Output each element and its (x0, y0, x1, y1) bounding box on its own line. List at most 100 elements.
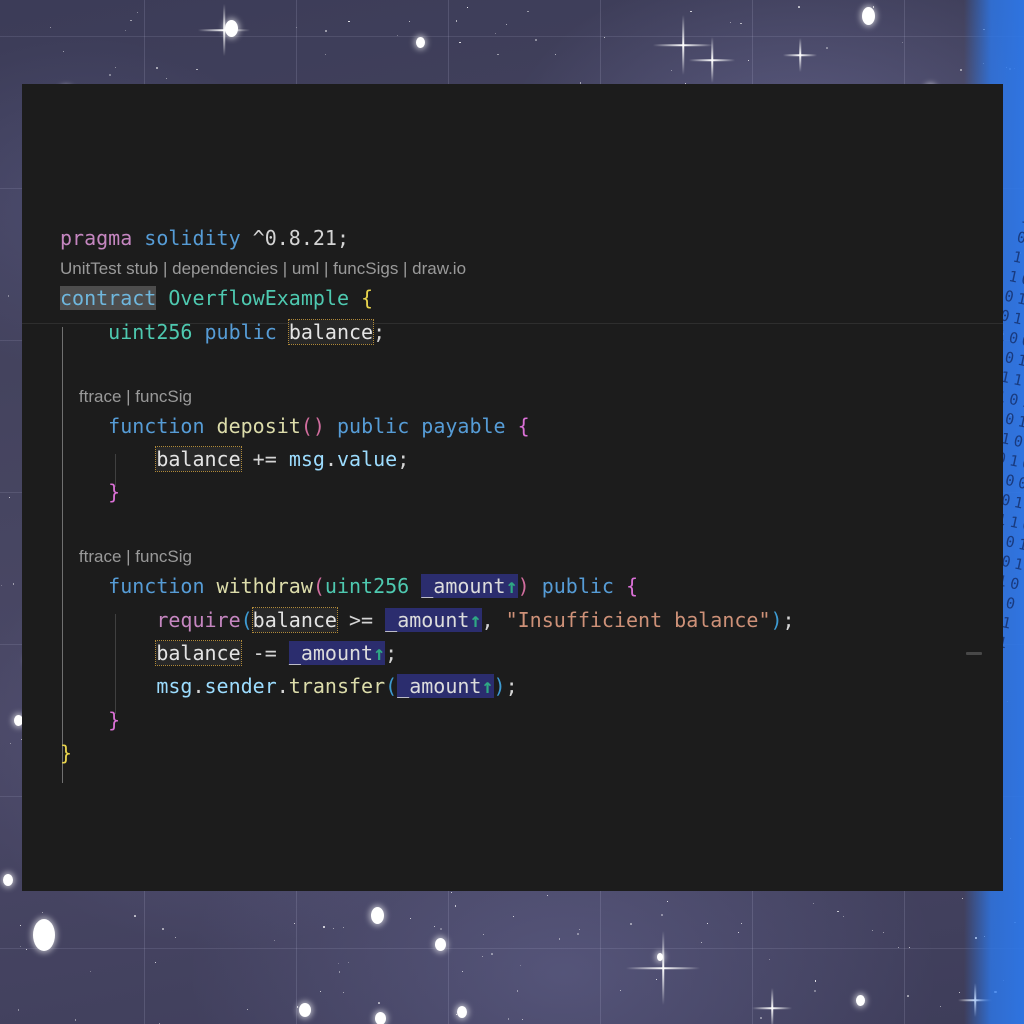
token-withdraw-param-name[interactable]: _amount (421, 574, 506, 599)
token-space-4 (349, 286, 361, 310)
token-space-18 (373, 608, 385, 632)
token-transfer-member-transfer[interactable]: transfer (289, 674, 385, 698)
star (156, 66, 159, 69)
star (62, 51, 64, 53)
token-deposit-target[interactable]: balance (155, 445, 242, 472)
star (155, 961, 157, 963)
star (769, 958, 771, 960)
token-space-7 (205, 414, 217, 438)
code-line-pragma[interactable]: pragma solidity ^0.8.21; (22, 222, 1003, 255)
token-subtract-right[interactable]: _amount (288, 640, 374, 665)
star (940, 1005, 942, 1007)
token-withdraw-name[interactable]: withdraw (217, 574, 313, 598)
code-line-deposit-close[interactable]: } (22, 476, 1003, 509)
codelens-deposit-text[interactable]: ftrace | funcSig (79, 387, 192, 406)
token-transfer-arrow-icon[interactable]: ↑ (481, 674, 494, 699)
token-require-left[interactable]: balance (251, 606, 338, 633)
star (108, 73, 111, 76)
token-indent-5 (60, 480, 108, 504)
code-line-withdraw-subtract[interactable]: balance -= _amount↑; (22, 637, 1003, 670)
token-deposit-mutability: payable (421, 413, 506, 438)
token-require-right[interactable]: _amount (385, 607, 470, 632)
token-contract-keyword[interactable]: contract (60, 286, 157, 311)
code-line-withdraw-require[interactable]: require(balance >= _amount↑, "Insufficie… (22, 604, 1003, 637)
token-indent-3 (60, 414, 108, 438)
star (137, 11, 138, 13)
code-editor-window[interactable]: pragma solidity ^0.8.21; UnitTest stub |… (22, 84, 1003, 891)
star (909, 947, 911, 949)
star (619, 990, 621, 991)
token-state-var-visibility: public (204, 319, 277, 344)
star (814, 980, 817, 983)
code-line-contract-declaration[interactable]: contract OverflowExample { (22, 282, 1003, 315)
token-space-20 (241, 641, 253, 665)
code-line-withdraw-close[interactable]: } (22, 704, 1003, 737)
token-space-19 (494, 608, 506, 632)
token-withdraw-function-keyword: function (108, 574, 205, 599)
star (9, 496, 10, 498)
star (378, 1001, 380, 1004)
code-line-state-variable[interactable]: uint256 public balance; (22, 316, 1003, 349)
token-space-11 (241, 447, 253, 471)
star (41, 912, 43, 913)
code-line-deposit-body[interactable]: balance += msg.value; (22, 443, 1003, 476)
token-withdraw-open-brace: { (626, 574, 639, 599)
token-require-comma: , (481, 607, 494, 632)
star (196, 68, 198, 70)
code-line-withdraw-signature[interactable]: function withdraw(uint256 _amount↑) publ… (22, 570, 1003, 603)
codelens-withdraw-text[interactable]: ftrace | funcSig (79, 547, 192, 566)
star (526, 10, 529, 13)
token-deposit-function-keyword: function (108, 413, 205, 438)
star (296, 1006, 299, 1008)
star (455, 20, 458, 22)
codelens-contract-text[interactable]: UnitTest stub | dependencies | uml | fun… (60, 259, 466, 278)
star (333, 928, 335, 930)
codelens-contract[interactable]: UnitTest stub | dependencies | uml | fun… (22, 255, 1003, 282)
code-line-withdraw-transfer[interactable]: msg.sender.transfer(_amount↑); (22, 670, 1003, 703)
star (410, 917, 412, 919)
star (740, 923, 742, 924)
bright-star (33, 919, 55, 951)
star (338, 971, 341, 973)
token-require-rparen: ) (770, 607, 783, 632)
code-line-deposit-signature[interactable]: function deposit() public payable { (22, 410, 1003, 443)
token-indent-2 (60, 387, 79, 406)
token-subtract-target[interactable]: balance (155, 639, 242, 666)
star (325, 54, 327, 55)
token-indent-10 (60, 674, 156, 698)
star (12, 583, 15, 586)
token-require-arrow-icon[interactable]: ↑ (469, 607, 482, 632)
token-transfer-lparen: ( (385, 674, 398, 699)
star (162, 928, 164, 930)
token-deposit-visibility: public (336, 413, 410, 438)
star (347, 961, 350, 964)
codelens-deposit[interactable]: ftrace | funcSig (22, 383, 1003, 410)
star (408, 20, 410, 23)
code-line-contract-close[interactable]: } (22, 737, 1003, 770)
token-transfer-arg[interactable]: _amount (397, 674, 482, 699)
star (737, 931, 740, 934)
token-require-message[interactable]: "Insufficient balance" (506, 608, 771, 632)
code-editor-viewport[interactable]: pragma solidity ^0.8.21; UnitTest stub |… (22, 84, 1003, 891)
token-deposit-close-brace: } (108, 480, 121, 505)
star (814, 989, 817, 992)
token-space-3 (156, 286, 168, 310)
star (130, 19, 132, 22)
token-withdraw-param-arrow-icon[interactable]: ↑ (505, 574, 518, 599)
token-contract-name[interactable]: OverflowExample (168, 286, 349, 310)
star (294, 922, 296, 924)
star (74, 1019, 77, 1021)
diffraction-star (626, 931, 700, 1005)
star (837, 910, 839, 913)
token-subtract-arrow-icon[interactable]: ↑ (373, 640, 386, 665)
token-withdraw-visibility: public (541, 574, 614, 599)
token-state-var-name[interactable]: balance (287, 318, 375, 345)
token-deposit-name[interactable]: deposit (217, 414, 301, 438)
token-indent-1 (60, 320, 108, 344)
star (165, 77, 167, 79)
star (843, 916, 845, 918)
token-require-name[interactable]: require (156, 608, 240, 632)
token-contract-close-brace: } (60, 741, 73, 766)
star (343, 991, 345, 993)
codelens-withdraw[interactable]: ftrace | funcSig (22, 543, 1003, 570)
